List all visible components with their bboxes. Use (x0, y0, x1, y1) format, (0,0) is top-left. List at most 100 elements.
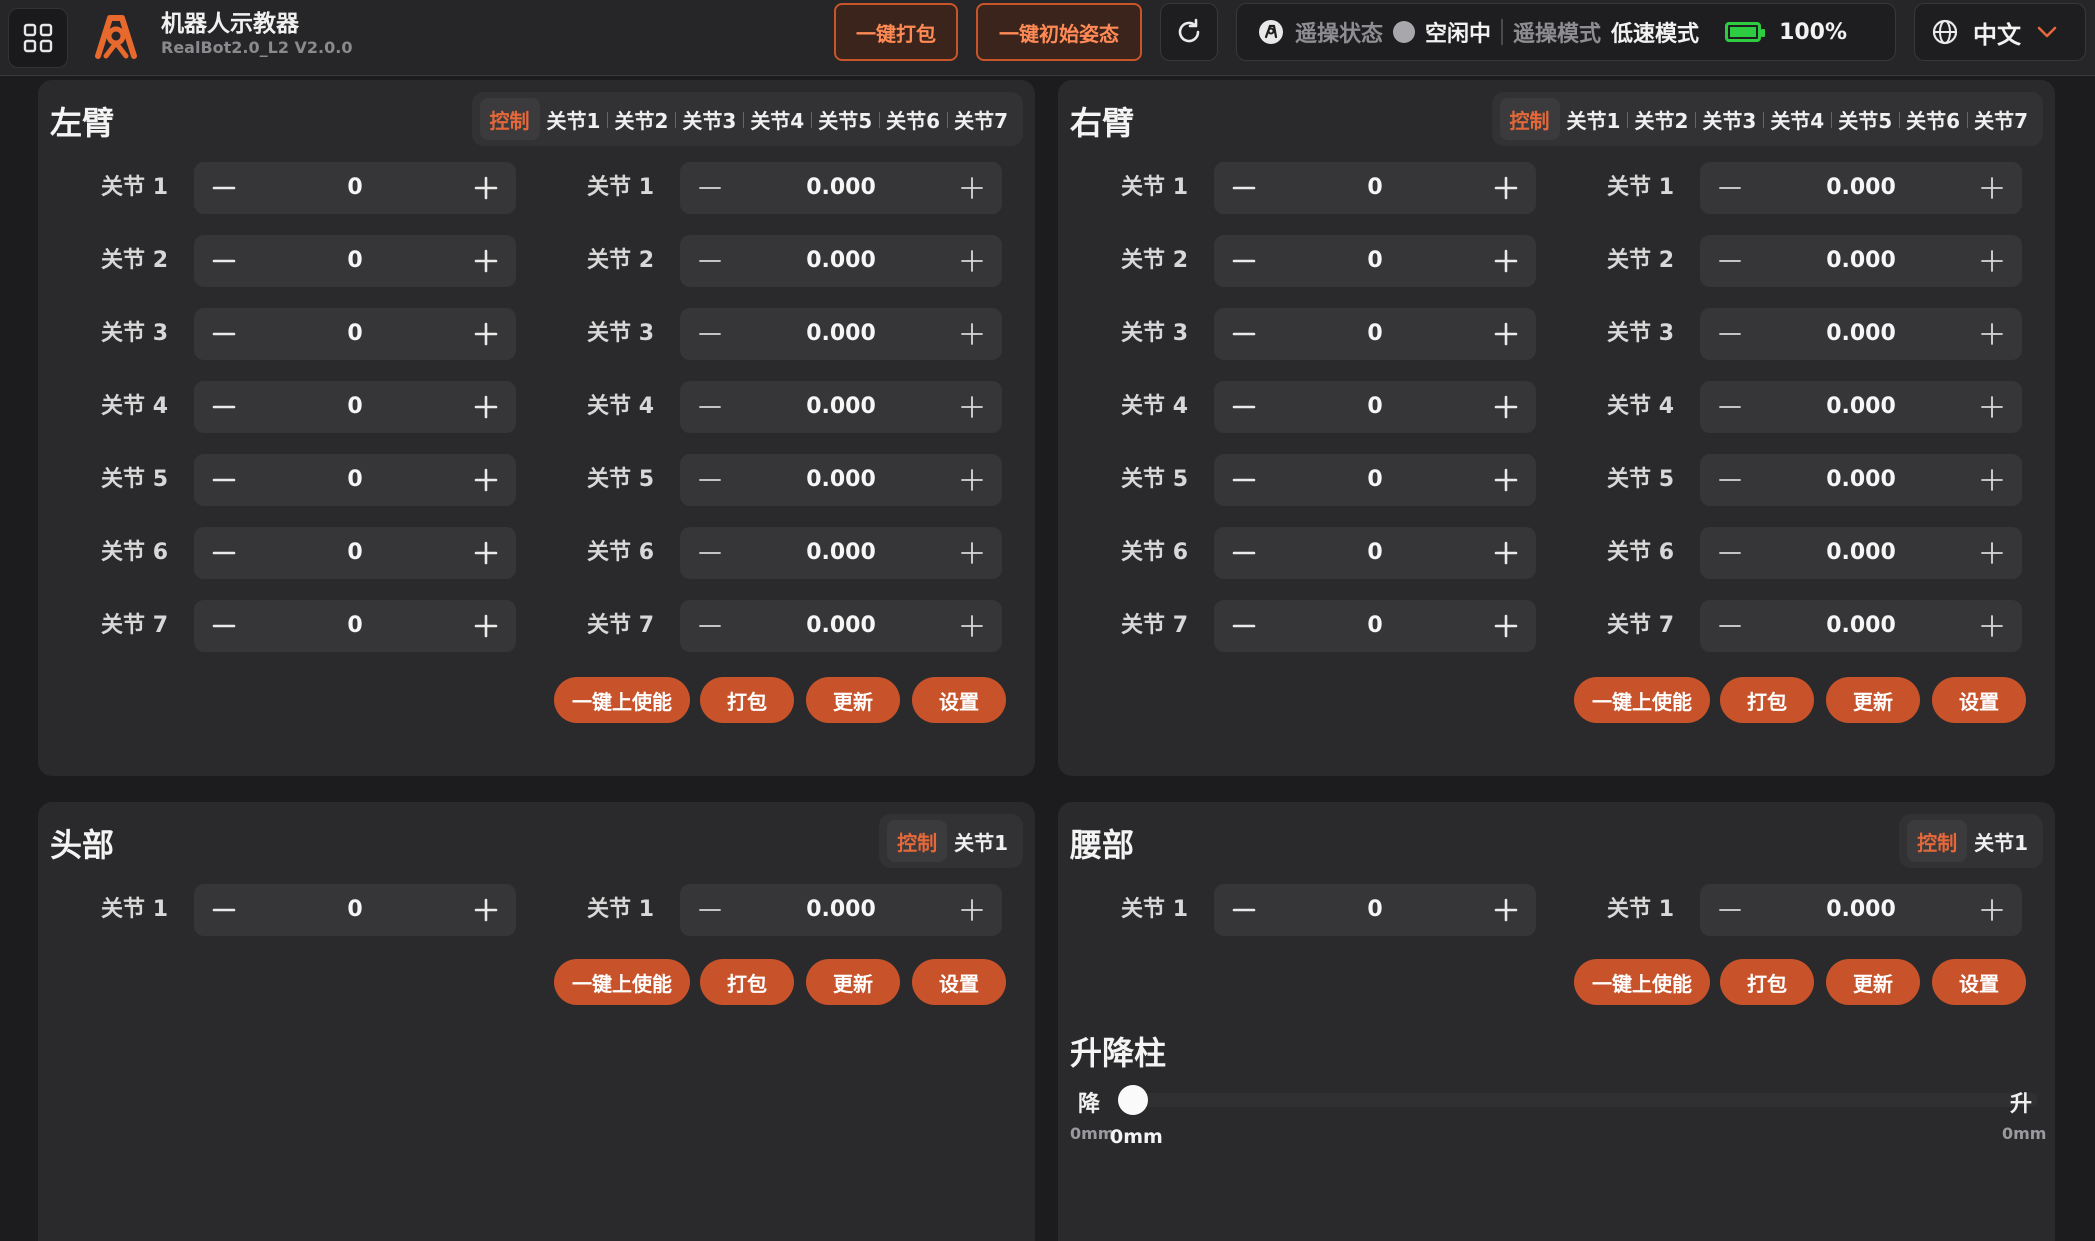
increment-button[interactable] (1962, 527, 2022, 579)
decrement-button[interactable] (680, 381, 740, 433)
increment-button[interactable] (942, 381, 1002, 433)
increment-button[interactable] (942, 235, 1002, 287)
tab-joint-4[interactable]: 关节4 (743, 98, 811, 140)
increment-button[interactable] (1962, 235, 2022, 287)
decrement-button[interactable] (680, 235, 740, 287)
joint-step-value[interactable]: 0 (254, 527, 456, 579)
joint-step-value[interactable]: 0 (254, 600, 456, 652)
settings-button[interactable]: 设置 (912, 959, 1006, 1005)
tab-joint-1[interactable]: 关节1 (947, 820, 1015, 862)
update-button[interactable]: 更新 (806, 677, 900, 723)
joint-step-value[interactable]: 0 (1274, 600, 1476, 652)
tab-joint-2[interactable]: 关节2 (1627, 98, 1695, 140)
decrement-button[interactable] (1214, 308, 1274, 360)
tab-joint-1[interactable]: 关节1 (1560, 98, 1628, 140)
tab-control[interactable]: 控制 (887, 820, 948, 862)
init-pose-button[interactable]: 一键初始姿态 (976, 3, 1142, 61)
enable-all-button[interactable]: 一键上使能 (554, 959, 690, 1005)
decrement-button[interactable] (1214, 884, 1274, 936)
enable-all-button[interactable]: 一键上使能 (1574, 677, 1710, 723)
joint-position-value[interactable]: 0.000 (1760, 600, 1962, 652)
decrement-button[interactable] (680, 884, 740, 936)
lift-slider-thumb[interactable] (1118, 1085, 1148, 1115)
decrement-button[interactable] (1700, 884, 1760, 936)
tab-joint-3[interactable]: 关节3 (675, 98, 743, 140)
tab-joint-6[interactable]: 关节6 (879, 98, 947, 140)
joint-step-value[interactable]: 0 (254, 308, 456, 360)
decrement-button[interactable] (1214, 162, 1274, 214)
increment-button[interactable] (456, 381, 516, 433)
decrement-button[interactable] (1700, 162, 1760, 214)
joint-step-value[interactable]: 0 (1274, 884, 1476, 936)
increment-button[interactable] (1962, 381, 2022, 433)
joint-position-value[interactable]: 0.000 (1760, 162, 1962, 214)
decrement-button[interactable] (680, 162, 740, 214)
joint-position-value[interactable]: 0.000 (740, 235, 942, 287)
decrement-button[interactable] (1700, 527, 1760, 579)
decrement-button[interactable] (1700, 235, 1760, 287)
pack-button[interactable]: 打包 (700, 959, 794, 1005)
increment-button[interactable] (456, 235, 516, 287)
decrement-button[interactable] (194, 600, 254, 652)
joint-position-value[interactable]: 0.000 (1760, 381, 1962, 433)
decrement-button[interactable] (680, 308, 740, 360)
tab-joint-7[interactable]: 关节7 (1967, 98, 2035, 140)
joint-position-value[interactable]: 0.000 (740, 884, 942, 936)
joint-step-value[interactable]: 0 (254, 162, 456, 214)
joint-step-value[interactable]: 0 (1274, 162, 1476, 214)
decrement-button[interactable] (1700, 308, 1760, 360)
decrement-button[interactable] (194, 527, 254, 579)
settings-button[interactable]: 设置 (1932, 959, 2026, 1005)
decrement-button[interactable] (194, 235, 254, 287)
joint-step-value[interactable]: 0 (254, 235, 456, 287)
decrement-button[interactable] (1214, 527, 1274, 579)
joint-position-value[interactable]: 0.000 (740, 162, 942, 214)
joint-position-value[interactable]: 0.000 (740, 381, 942, 433)
tab-joint-3[interactable]: 关节3 (1695, 98, 1763, 140)
increment-button[interactable] (456, 527, 516, 579)
joint-step-value[interactable]: 0 (1274, 527, 1476, 579)
refresh-button[interactable] (1160, 3, 1218, 61)
decrement-button[interactable] (1214, 381, 1274, 433)
increment-button[interactable] (456, 162, 516, 214)
increment-button[interactable] (1476, 527, 1536, 579)
increment-button[interactable] (456, 884, 516, 936)
tab-joint-1[interactable]: 关节1 (1967, 820, 2035, 862)
decrement-button[interactable] (1214, 454, 1274, 506)
increment-button[interactable] (1476, 308, 1536, 360)
pack-button[interactable]: 打包 (700, 677, 794, 723)
enable-all-button[interactable]: 一键上使能 (554, 677, 690, 723)
decrement-button[interactable] (1214, 235, 1274, 287)
settings-button[interactable]: 设置 (1932, 677, 2026, 723)
joint-position-value[interactable]: 0.000 (1760, 527, 1962, 579)
update-button[interactable]: 更新 (806, 959, 900, 1005)
joint-position-value[interactable]: 0.000 (1760, 454, 1962, 506)
increment-button[interactable] (456, 600, 516, 652)
tab-joint-5[interactable]: 关节5 (811, 98, 879, 140)
joint-step-value[interactable]: 0 (254, 381, 456, 433)
joint-step-value[interactable]: 0 (1274, 235, 1476, 287)
update-button[interactable]: 更新 (1826, 959, 1920, 1005)
increment-button[interactable] (942, 884, 1002, 936)
pack-button[interactable]: 打包 (1720, 959, 1814, 1005)
increment-button[interactable] (1476, 600, 1536, 652)
increment-button[interactable] (942, 600, 1002, 652)
joint-position-value[interactable]: 0.000 (1760, 884, 1962, 936)
pack-all-button[interactable]: 一键打包 (834, 3, 958, 61)
increment-button[interactable] (1962, 600, 2022, 652)
decrement-button[interactable] (680, 527, 740, 579)
joint-step-value[interactable]: 0 (1274, 308, 1476, 360)
increment-button[interactable] (942, 162, 1002, 214)
increment-button[interactable] (1962, 162, 2022, 214)
tab-joint-5[interactable]: 关节5 (1831, 98, 1899, 140)
tab-joint-2[interactable]: 关节2 (607, 98, 675, 140)
joint-position-value[interactable]: 0.000 (1760, 235, 1962, 287)
decrement-button[interactable] (1700, 381, 1760, 433)
decrement-button[interactable] (194, 884, 254, 936)
update-button[interactable]: 更新 (1826, 677, 1920, 723)
decrement-button[interactable] (194, 381, 254, 433)
increment-button[interactable] (1962, 454, 2022, 506)
settings-button[interactable]: 设置 (912, 677, 1006, 723)
increment-button[interactable] (1962, 308, 2022, 360)
increment-button[interactable] (942, 527, 1002, 579)
